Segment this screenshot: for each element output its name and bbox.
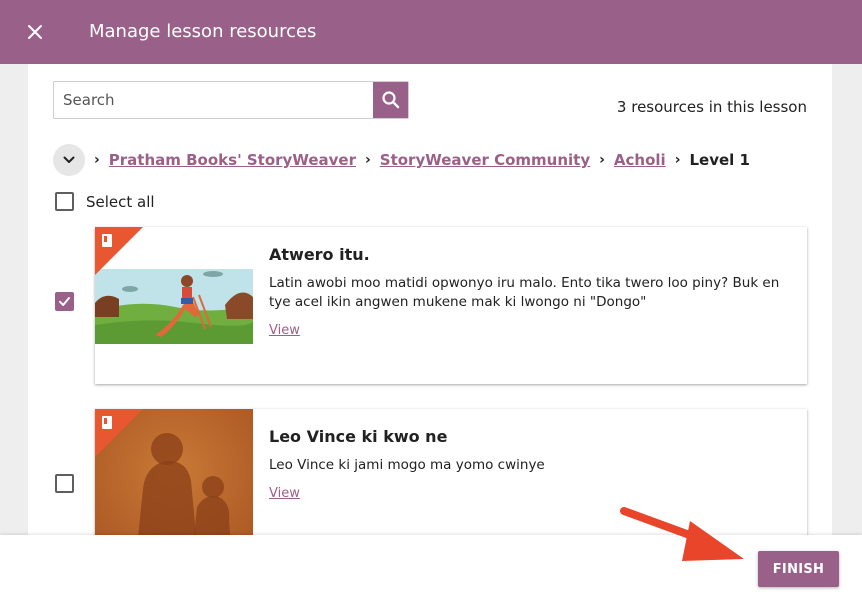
select-all-label: Select all (86, 192, 155, 211)
breadcrumb-separator: › (599, 152, 605, 168)
chevron-down-icon (63, 156, 75, 163)
resource-info: Atwero itu. Latin awobi moo matidi opwon… (269, 245, 785, 338)
finish-button[interactable]: FINISH (758, 551, 839, 587)
breadcrumb-item-community[interactable]: StoryWeaver Community (380, 151, 590, 169)
footer-bar: FINISH (0, 535, 862, 606)
close-icon (28, 25, 42, 39)
view-link[interactable]: View (269, 323, 300, 338)
checkmark-icon (59, 297, 70, 306)
search-button[interactable] (373, 82, 408, 118)
select-all-checkbox[interactable] (55, 192, 74, 211)
resource-thumbnail (95, 227, 253, 384)
book-icon (95, 227, 143, 275)
page-title: Manage lesson resources (89, 21, 317, 42)
resource-title: Atwero itu. (269, 245, 370, 264)
resources-panel: 3 resources in this lesson › Pratham Boo… (28, 64, 832, 544)
app-bar: Manage lesson resources (0, 0, 862, 64)
breadcrumb-item-storyweaver[interactable]: Pratham Books' StoryWeaver (109, 151, 356, 169)
breadcrumb-separator: › (94, 152, 100, 168)
search-box (53, 81, 409, 119)
resource-description: Leo Vince ki jami mogo ma yomo cwinye (269, 457, 545, 473)
breadcrumb-separator: › (674, 152, 681, 168)
book-icon (95, 409, 143, 457)
view-link[interactable]: View (269, 486, 300, 501)
breadcrumb-separator: › (365, 152, 371, 168)
resource-card: Leo Vince ki kwo ne Leo Vince ki jami mo… (95, 409, 807, 544)
resource-title: Leo Vince ki kwo ne (269, 427, 448, 446)
resource-description: Latin awobi moo matidi opwonyo iru malo.… (269, 275, 780, 310)
resource-count: 3 resources in this lesson (616, 98, 807, 116)
close-button[interactable] (19, 16, 51, 48)
breadcrumb: › Pratham Books' StoryWeaver › StoryWeav… (53, 144, 750, 176)
resource-thumbnail (95, 409, 253, 544)
breadcrumb-item-current: Level 1 (689, 151, 750, 169)
select-all[interactable]: Select all (55, 192, 155, 211)
breadcrumb-toggle-button[interactable] (53, 144, 85, 176)
resource-info: Leo Vince ki kwo ne Leo Vince ki jami mo… (269, 427, 785, 501)
search-icon (381, 91, 399, 109)
resource-checkbox[interactable] (55, 292, 74, 311)
breadcrumb-item-acholi[interactable]: Acholi (614, 151, 666, 169)
resource-checkbox[interactable] (55, 474, 74, 493)
search-input[interactable] (54, 82, 373, 118)
resource-card: Atwero itu. Latin awobi moo matidi opwon… (95, 227, 807, 384)
